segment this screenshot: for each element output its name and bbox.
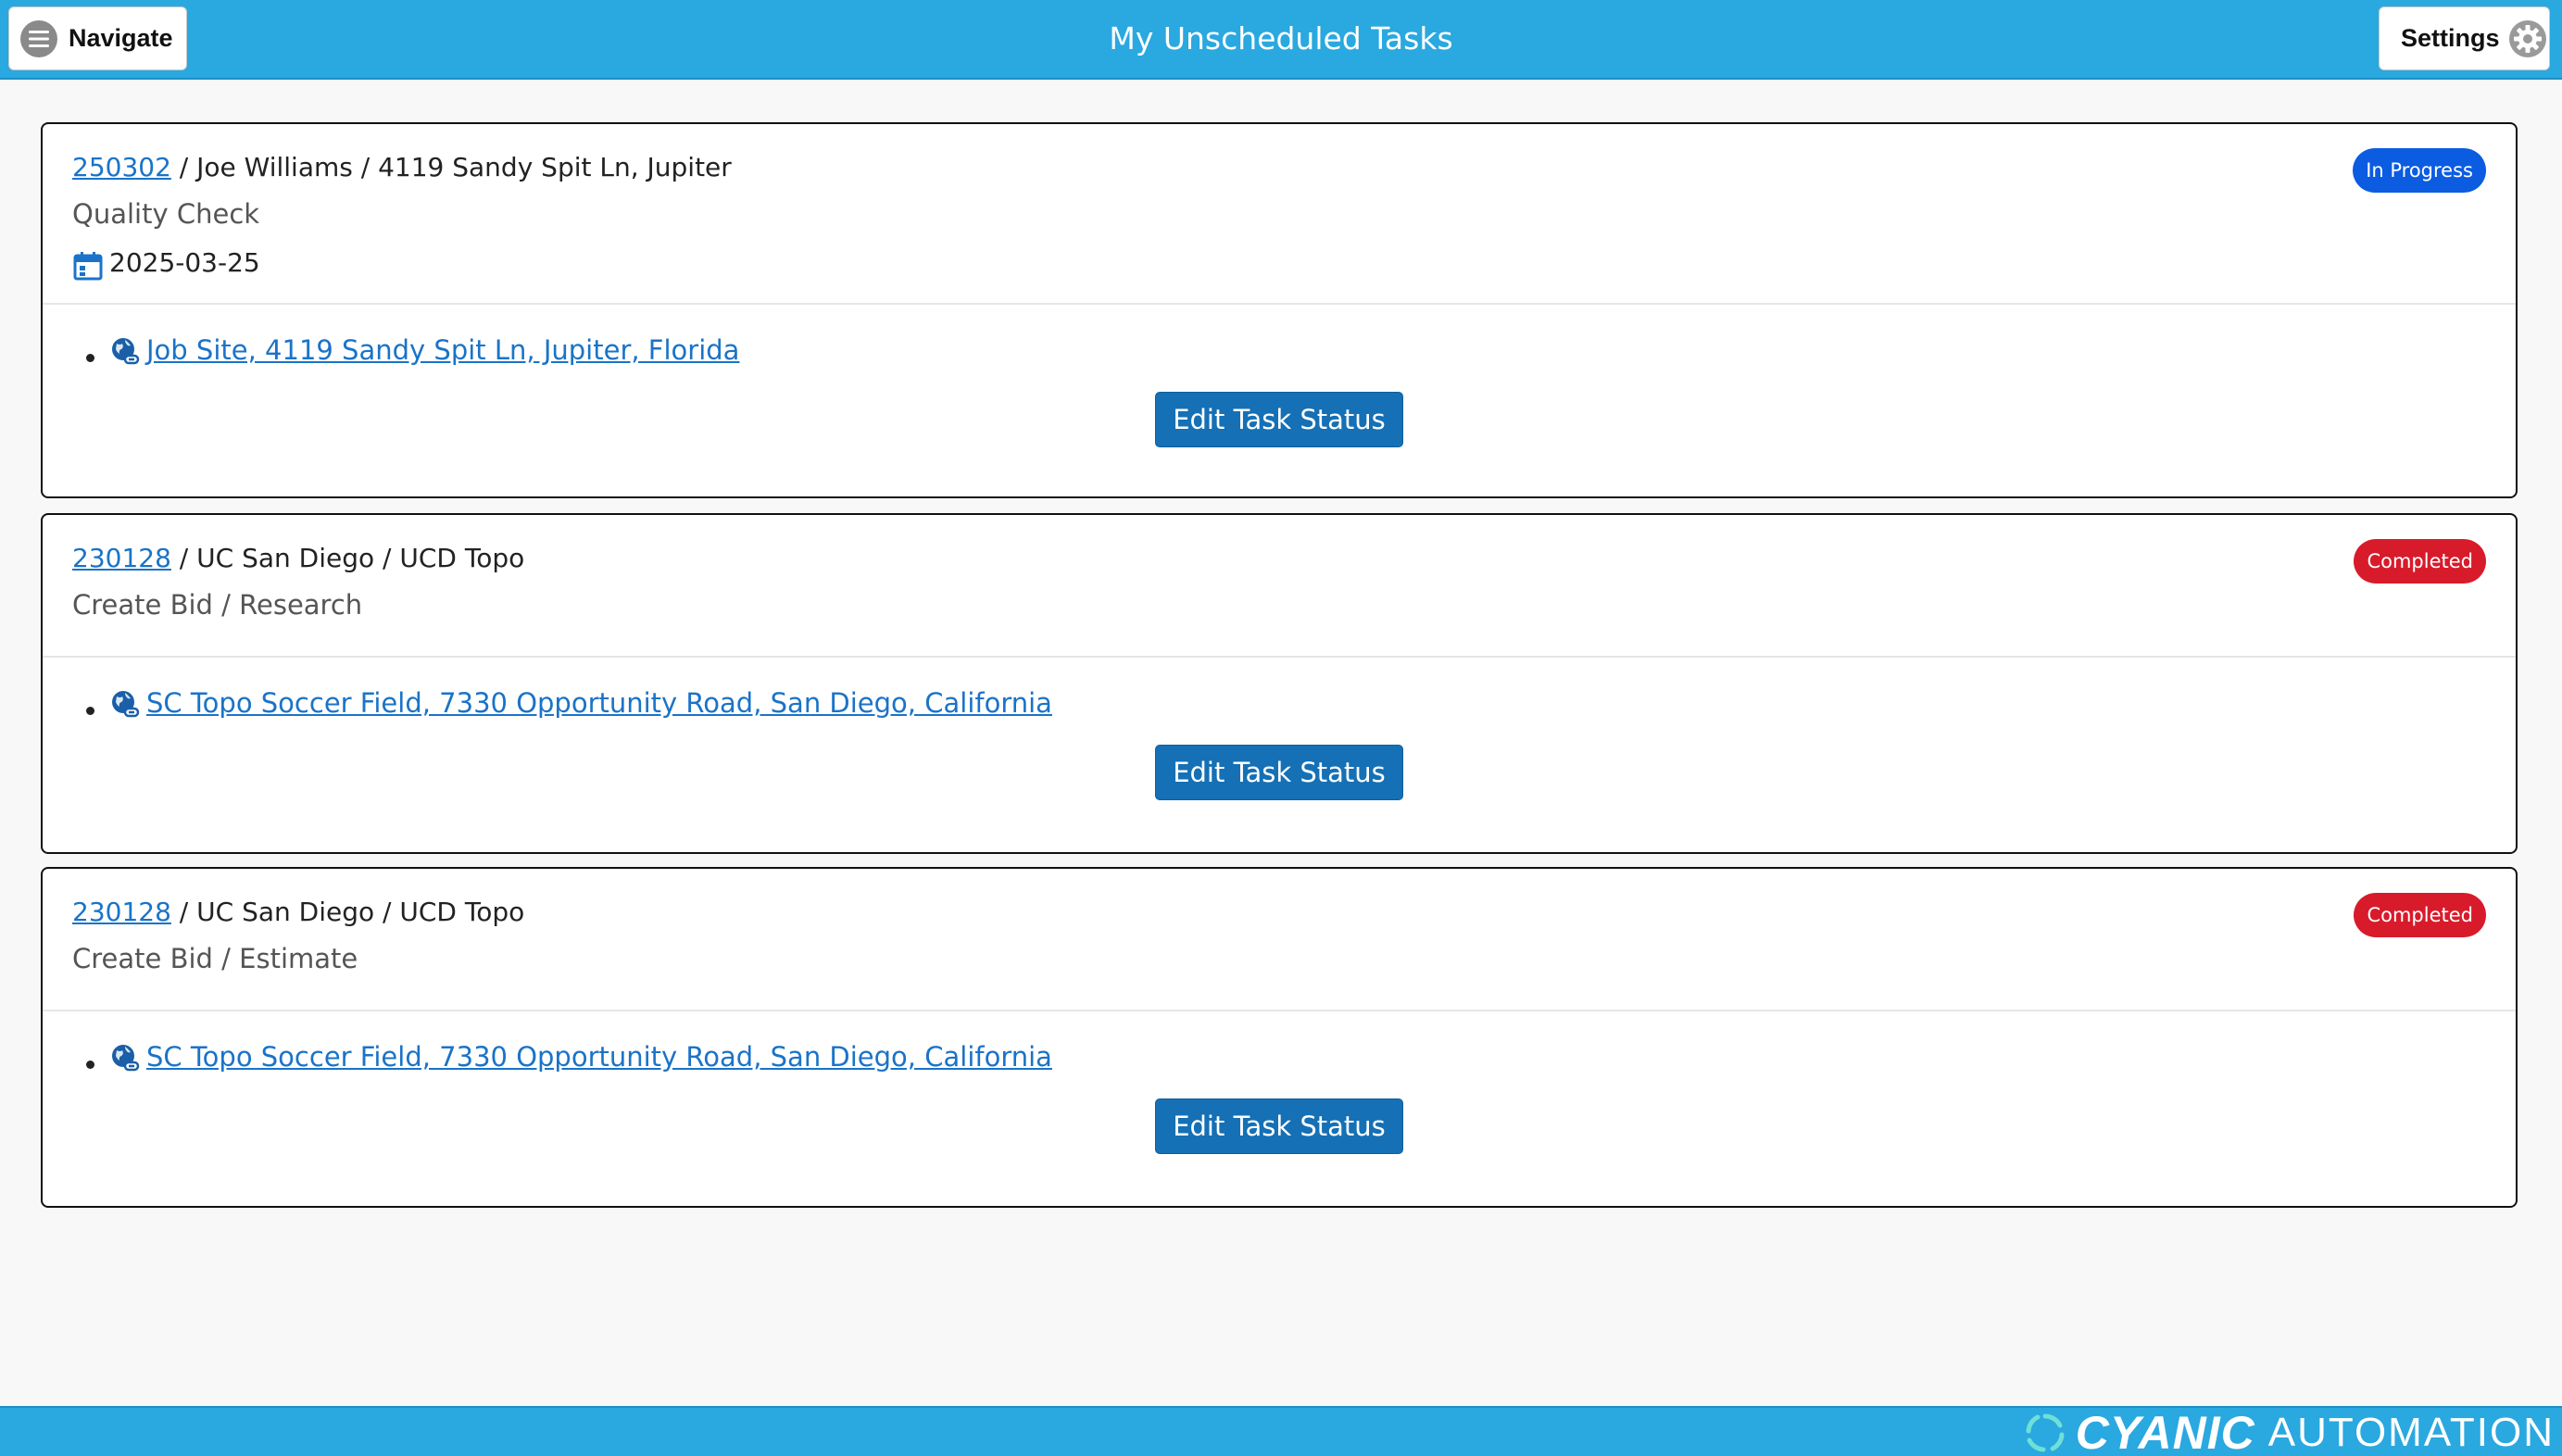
cyanic-logo-icon xyxy=(2024,1412,2066,1454)
logo-word-cyanic: CYANIC xyxy=(2075,1407,2255,1456)
location-text: SC Topo Soccer Field, 7330 Opportunity R… xyxy=(146,687,1052,719)
location-list: SC Topo Soccer Field, 7330 Opportunity R… xyxy=(72,1034,2486,1087)
edit-task-status-button[interactable]: Edit Task Status xyxy=(1155,745,1403,800)
button-row: Edit Task Status xyxy=(72,381,2486,447)
edit-task-status-button[interactable]: Edit Task Status xyxy=(1155,392,1403,447)
job-line: 230128 / UC San Diego / UCD Topo xyxy=(72,889,2486,935)
button-row: Edit Task Status xyxy=(72,734,2486,800)
location-list: SC Topo Soccer Field, 7330 Opportunity R… xyxy=(72,680,2486,734)
job-line: 250302 / Joe Williams / 4119 Sandy Spit … xyxy=(72,144,2486,191)
due-date: 2025-03-25 xyxy=(72,237,2486,289)
app-header: Navigate My Unscheduled Tasks Settings xyxy=(0,0,2562,80)
edit-task-status-button[interactable]: Edit Task Status xyxy=(1155,1098,1403,1154)
task-card-body: Job Site, 4119 Sandy Spit Ln, Jupiter, F… xyxy=(43,305,2516,447)
list-item: SC Topo Soccer Field, 7330 Opportunity R… xyxy=(109,680,2486,734)
list-item: SC Topo Soccer Field, 7330 Opportunity R… xyxy=(109,1034,2486,1087)
globe-link-icon xyxy=(109,687,141,719)
location-list: Job Site, 4119 Sandy Spit Ln, Jupiter, F… xyxy=(72,327,2486,381)
status-badge: Completed xyxy=(2354,893,2486,937)
globe-link-icon xyxy=(109,334,141,366)
app-footer: CYANIC AUTOMATION xyxy=(0,1406,2562,1456)
task-name: Quality Check xyxy=(72,198,260,230)
task-card-header: 250302 / Joe Williams / 4119 Sandy Spit … xyxy=(43,124,2516,303)
list-item: Job Site, 4119 Sandy Spit Ln, Jupiter, F… xyxy=(109,327,2486,381)
task-name: Create Bid / Estimate xyxy=(72,943,358,974)
location-text: Job Site, 4119 Sandy Spit Ln, Jupiter, F… xyxy=(146,334,740,366)
gear-icon xyxy=(2507,19,2548,59)
task-card: 250302 / Joe Williams / 4119 Sandy Spit … xyxy=(41,122,2518,498)
job-number-link[interactable]: 230128 xyxy=(72,897,171,927)
location-link[interactable]: Job Site, 4119 Sandy Spit Ln, Jupiter, F… xyxy=(109,327,739,373)
settings-label: Settings xyxy=(2401,24,2500,52)
button-row: Edit Task Status xyxy=(72,1087,2486,1154)
logo-word-automation: AUTOMATION xyxy=(2267,1410,2555,1455)
job-info: / UC San Diego / UCD Topo xyxy=(170,897,525,927)
task-name: Create Bid / Research xyxy=(72,589,363,621)
brand-logo: CYANIC AUTOMATION xyxy=(2024,1407,2555,1456)
location-link[interactable]: SC Topo Soccer Field, 7330 Opportunity R… xyxy=(109,680,1052,726)
settings-button[interactable]: Settings xyxy=(2379,6,2550,70)
page-title: My Unscheduled Tasks xyxy=(1109,20,1453,56)
task-card-body: SC Topo Soccer Field, 7330 Opportunity R… xyxy=(43,658,2516,800)
status-badge: In Progress xyxy=(2353,148,2486,193)
job-number-link[interactable]: 250302 xyxy=(72,152,171,182)
task-card: 230128 / UC San Diego / UCD Topo Create … xyxy=(41,867,2518,1208)
task-card-body: SC Topo Soccer Field, 7330 Opportunity R… xyxy=(43,1011,2516,1154)
job-number-link[interactable]: 230128 xyxy=(72,543,171,573)
task-card-header: 230128 / UC San Diego / UCD Topo Create … xyxy=(43,515,2516,656)
status-badge: Completed xyxy=(2354,539,2486,584)
task-card-header: 230128 / UC San Diego / UCD Topo Create … xyxy=(43,869,2516,1010)
location-text: SC Topo Soccer Field, 7330 Opportunity R… xyxy=(146,1041,1052,1073)
due-date-text: 2025-03-25 xyxy=(109,247,260,278)
location-link[interactable]: SC Topo Soccer Field, 7330 Opportunity R… xyxy=(109,1034,1052,1080)
calendar-icon xyxy=(72,247,104,281)
job-info: / Joe Williams / 4119 Sandy Spit Ln, Jup… xyxy=(170,152,732,182)
job-line: 230128 / UC San Diego / UCD Topo xyxy=(72,535,2486,582)
job-info: / UC San Diego / UCD Topo xyxy=(170,543,525,573)
task-card: 230128 / UC San Diego / UCD Topo Create … xyxy=(41,513,2518,854)
globe-link-icon xyxy=(109,1041,141,1073)
